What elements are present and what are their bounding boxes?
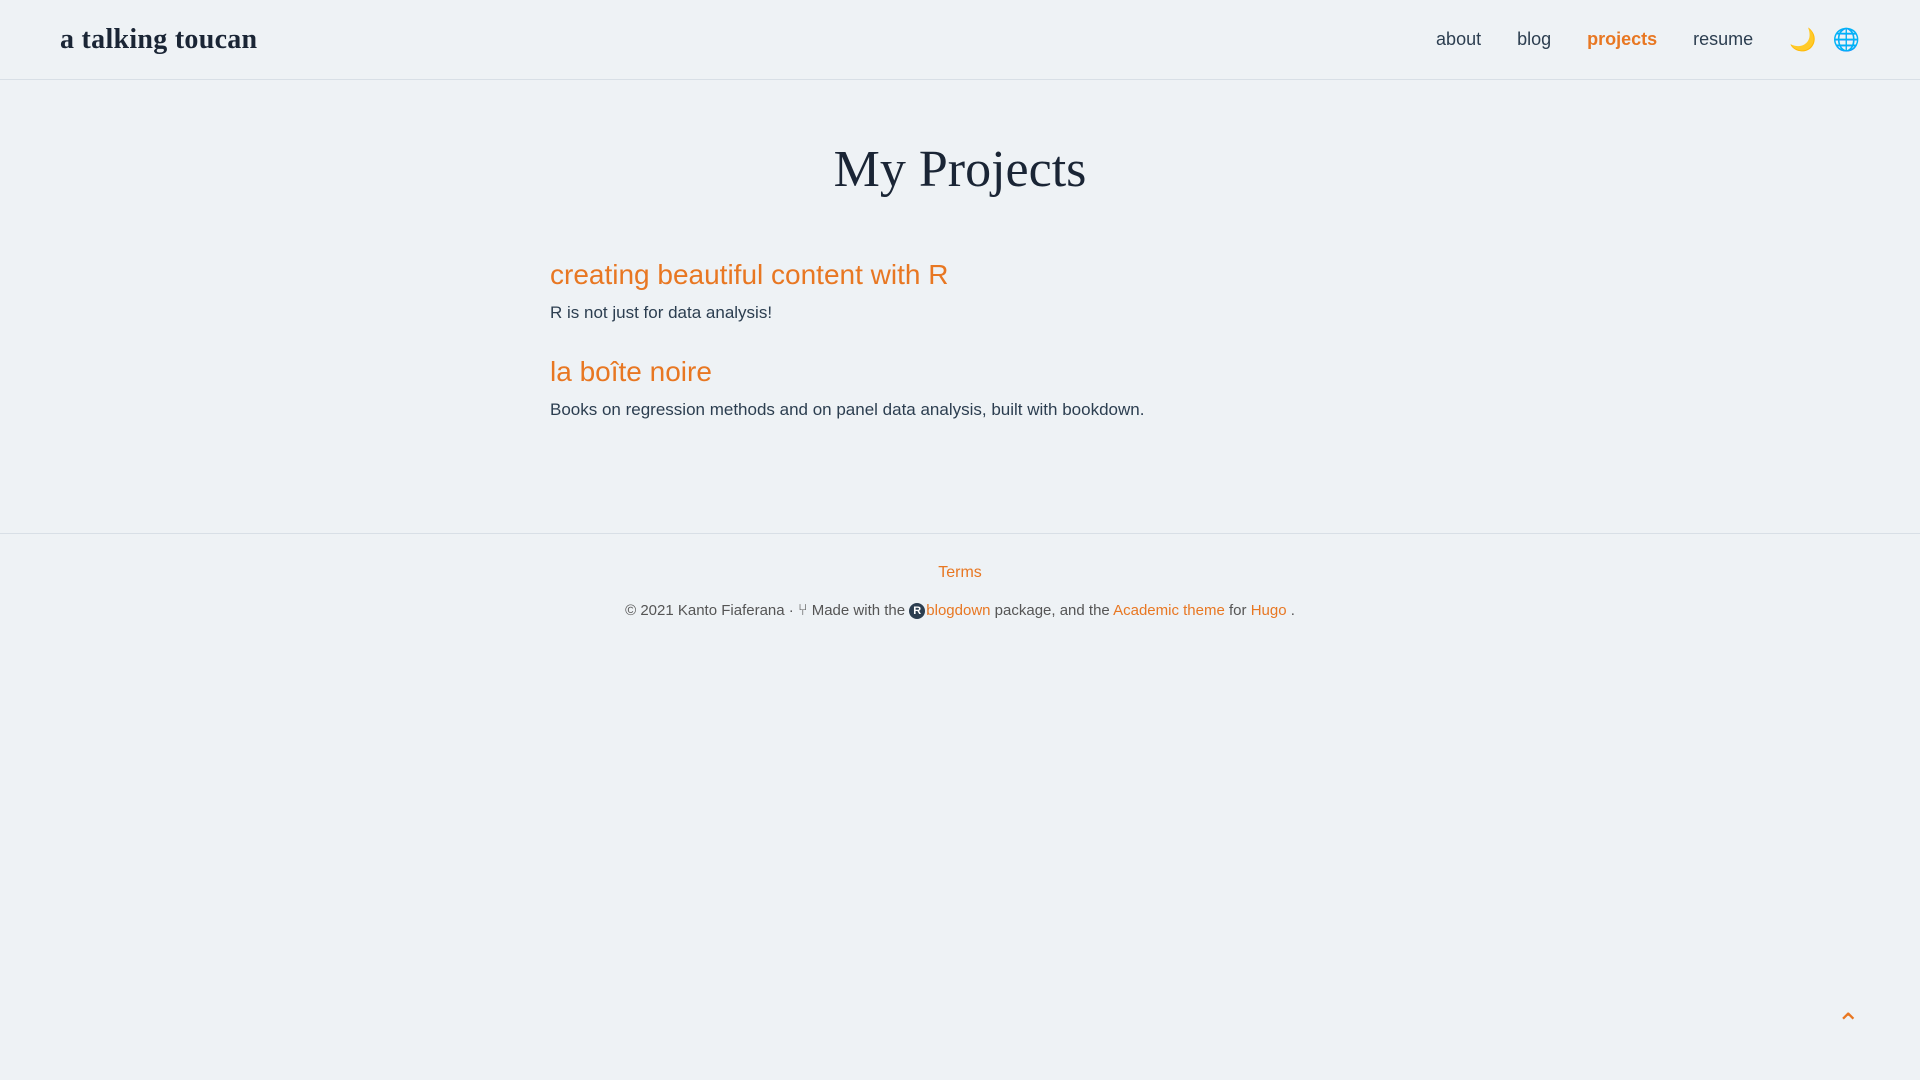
- hugo-link[interactable]: Hugo: [1251, 602, 1287, 619]
- language-button[interactable]: 🌐: [1833, 27, 1860, 53]
- nav-link-resume[interactable]: resume: [1693, 29, 1753, 50]
- main-content: My Projects creating beautiful content w…: [510, 80, 1410, 533]
- made-with-text: Made with the: [812, 602, 910, 619]
- r-icon: R: [909, 603, 925, 619]
- site-title[interactable]: a talking toucan: [60, 24, 257, 56]
- projects-list: creating beautiful content with R R is n…: [550, 259, 1370, 453]
- nav-icons: 🌙 🌐: [1789, 27, 1860, 53]
- blogdown-link[interactable]: blogdown: [926, 602, 990, 619]
- dark-mode-button[interactable]: 🌙: [1789, 27, 1816, 53]
- nav-link-projects[interactable]: projects: [1587, 29, 1657, 50]
- project-item-1: la boîte noire Books on regression metho…: [550, 356, 1370, 423]
- project-title-1[interactable]: la boîte noire: [550, 356, 1370, 388]
- project-title-0[interactable]: creating beautiful content with R: [550, 259, 1370, 291]
- project-description-1: Books on regression methods and on panel…: [550, 396, 1370, 423]
- chevron-up-icon: ⌃: [1837, 1008, 1860, 1039]
- moon-icon: 🌙: [1789, 27, 1816, 53]
- git-icon: ⑂: [798, 602, 808, 619]
- period: .: [1291, 602, 1295, 619]
- site-footer: Terms © 2021 Kanto Fiaferana · ⑂ Made wi…: [0, 533, 1920, 644]
- site-header: a talking toucan about blog projects res…: [0, 0, 1920, 80]
- nav-link-blog[interactable]: blog: [1517, 29, 1551, 50]
- globe-icon: 🌐: [1833, 27, 1860, 53]
- copyright-text: © 2021 Kanto Fiaferana ·: [625, 602, 798, 619]
- project-description-0: R is not just for data analysis!: [550, 299, 1370, 326]
- academic-theme-link[interactable]: Academic theme: [1113, 602, 1225, 619]
- footer-terms: Terms: [60, 564, 1860, 582]
- terms-link[interactable]: Terms: [938, 564, 982, 581]
- project-item-0: creating beautiful content with R R is n…: [550, 259, 1370, 326]
- for-text: for: [1229, 602, 1251, 619]
- main-nav: about blog projects resume 🌙 🌐: [1436, 27, 1860, 53]
- footer-copyright: © 2021 Kanto Fiaferana · ⑂ Made with the…: [60, 598, 1860, 624]
- package-and-text: package, and the: [995, 602, 1113, 619]
- nav-link-about[interactable]: about: [1436, 29, 1481, 50]
- page-title: My Projects: [550, 140, 1370, 199]
- scroll-top-button[interactable]: ⌃: [1837, 1007, 1860, 1040]
